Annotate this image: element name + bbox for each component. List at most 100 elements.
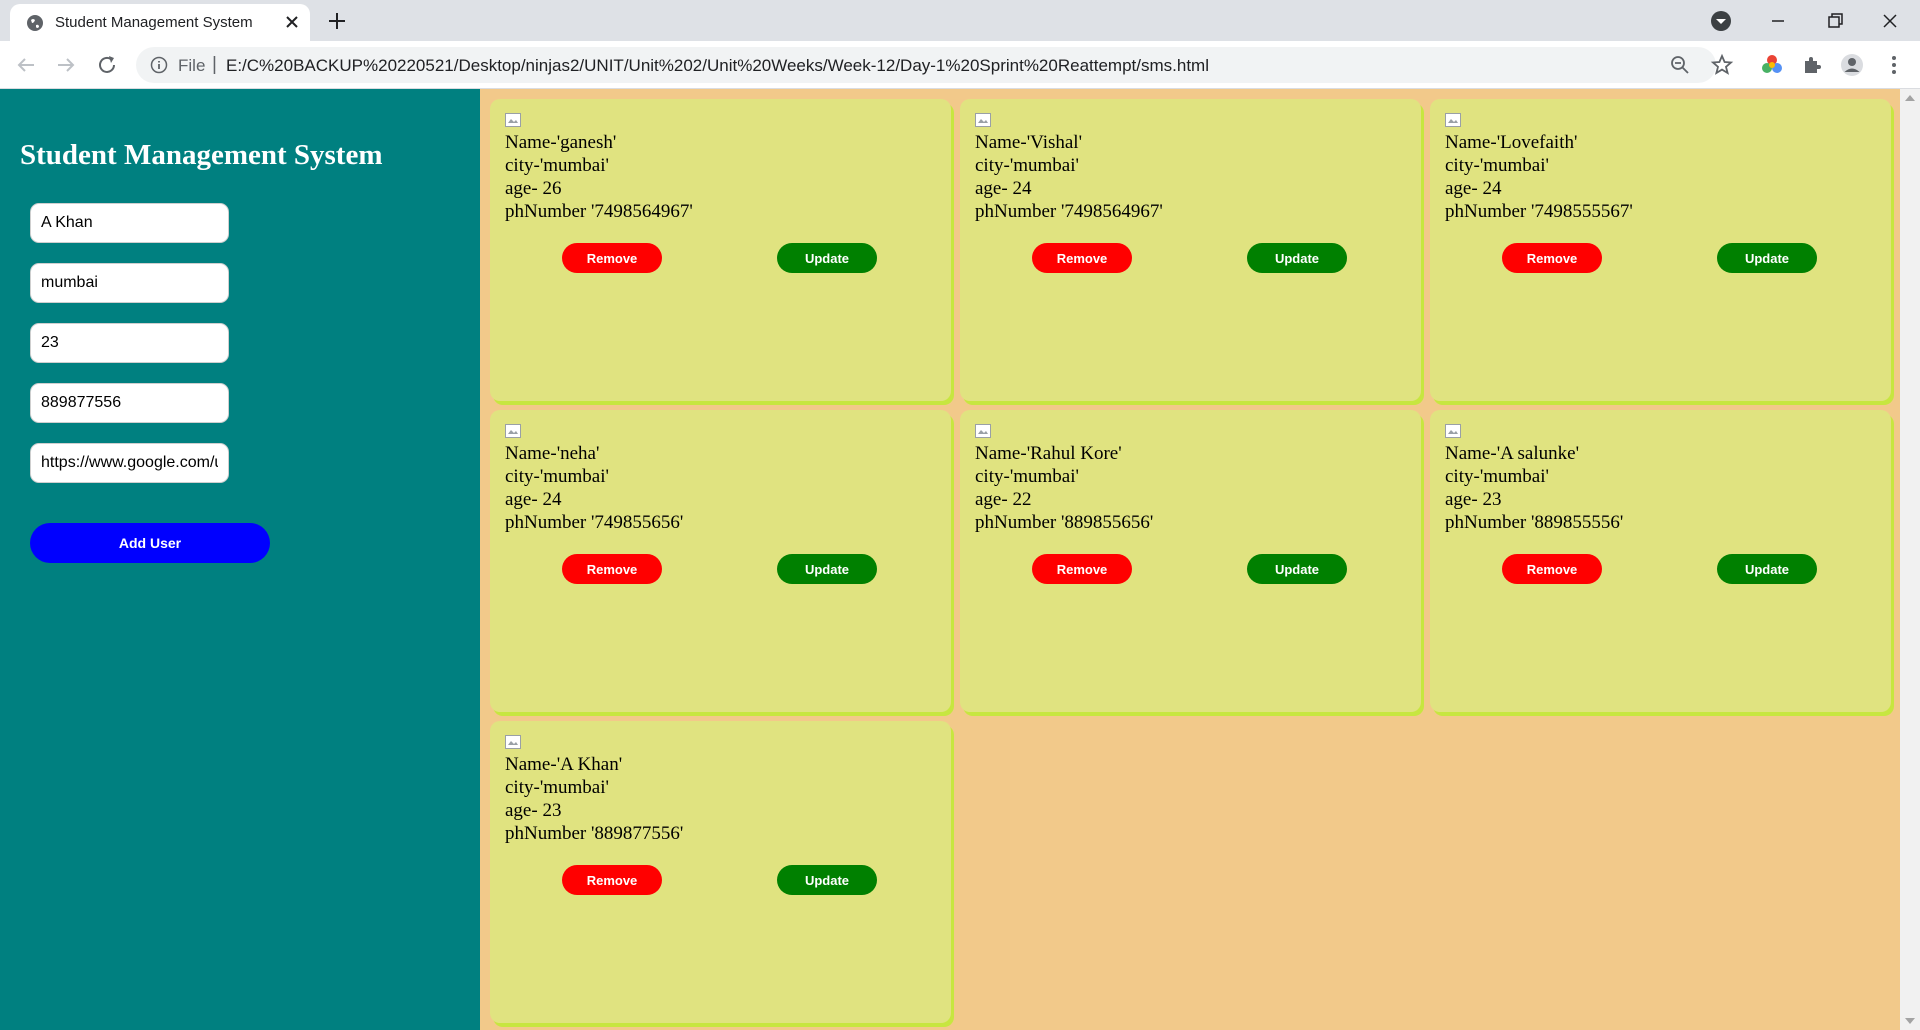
student-city: city-'mumbai'	[1445, 466, 1549, 487]
update-button[interactable]: Update	[1717, 243, 1817, 273]
forward-arrow-icon[interactable]	[54, 53, 78, 77]
vertical-scrollbar[interactable]	[1900, 89, 1920, 1030]
window-close-icon[interactable]	[1872, 6, 1908, 36]
student-phone: phNumber '749855656'	[505, 512, 684, 533]
student-phone: phNumber '889877556'	[505, 823, 684, 844]
account-icon[interactable]	[1840, 53, 1864, 77]
page-title: Student Management System	[20, 139, 383, 171]
menu-dots-icon[interactable]	[1882, 53, 1906, 77]
student-name: Name-'A Khan'	[505, 754, 623, 775]
update-button[interactable]: Update	[1247, 243, 1347, 273]
address-separator: |	[212, 54, 217, 75]
student-card: Name-'A Khan' city-'mumbai' age- 23 phNu…	[490, 721, 951, 1023]
student-city: city-'mumbai'	[505, 777, 609, 798]
broken-image-icon	[505, 113, 521, 127]
student-card: Name-'Vishal' city-'mumbai' age- 24 phNu…	[960, 99, 1421, 401]
remove-button[interactable]: Remove	[562, 865, 662, 895]
reload-icon[interactable]	[95, 53, 119, 77]
student-card: Name-'Rahul Kore' city-'mumbai' age- 22 …	[960, 410, 1421, 712]
update-button[interactable]: Update	[777, 554, 877, 584]
page-viewport: Student Management System Add User Name-…	[0, 89, 1920, 1030]
update-button[interactable]: Update	[1247, 554, 1347, 584]
browser-tab[interactable]: Student Management System	[10, 4, 310, 41]
remove-button[interactable]: Remove	[1032, 554, 1132, 584]
student-city: city-'mumbai'	[505, 466, 609, 487]
color-wheel-icon[interactable]	[1760, 53, 1784, 77]
student-cards-area: Name-'ganesh' city-'mumbai' age- 26 phNu…	[480, 89, 1900, 1030]
student-name: Name-'Lovefaith'	[1445, 132, 1578, 153]
student-city: city-'mumbai'	[975, 466, 1079, 487]
student-info: Name-'A Khan' city-'mumbai' age- 23 phNu…	[505, 753, 683, 845]
phone-input[interactable]	[30, 383, 229, 423]
puzzle-icon[interactable]	[1800, 53, 1824, 77]
student-age: age- 24	[975, 178, 1032, 199]
student-age: age- 26	[505, 178, 562, 199]
student-info: Name-'Vishal' city-'mumbai' age- 24 phNu…	[975, 131, 1163, 223]
update-button[interactable]: Update	[777, 865, 877, 895]
remove-button[interactable]: Remove	[562, 243, 662, 273]
remove-button[interactable]: Remove	[1502, 243, 1602, 273]
student-card: Name-'neha' city-'mumbai' age- 24 phNumb…	[490, 410, 951, 712]
student-phone: phNumber '7498564967'	[505, 201, 693, 222]
student-info: Name-'Lovefaith' city-'mumbai' age- 24 p…	[1445, 131, 1633, 223]
student-age: age- 22	[975, 489, 1032, 510]
remove-button[interactable]: Remove	[1502, 554, 1602, 584]
student-card: Name-'ganesh' city-'mumbai' age- 26 phNu…	[490, 99, 951, 401]
star-icon[interactable]	[1710, 53, 1734, 77]
age-input[interactable]	[30, 323, 229, 363]
image-url-input[interactable]	[30, 443, 229, 483]
student-name: Name-'ganesh'	[505, 132, 617, 153]
remove-button[interactable]: Remove	[1032, 243, 1132, 273]
broken-image-icon	[505, 735, 521, 749]
student-name: Name-'Vishal'	[975, 132, 1083, 153]
zoom-icon[interactable]	[1670, 55, 1690, 75]
city-input[interactable]	[30, 263, 229, 303]
student-name: Name-'Rahul Kore'	[975, 443, 1122, 464]
student-phone: phNumber '7498564967'	[975, 201, 1163, 222]
student-info: Name-'Rahul Kore' city-'mumbai' age- 22 …	[975, 442, 1153, 534]
add-user-button[interactable]: Add User	[30, 523, 270, 563]
student-phone: phNumber '889855656'	[975, 512, 1154, 533]
broken-image-icon	[975, 424, 991, 438]
close-icon[interactable]	[282, 12, 302, 32]
student-card: Name-'Lovefaith' city-'mumbai' age- 24 p…	[1430, 99, 1891, 401]
student-city: city-'mumbai'	[505, 155, 609, 176]
student-age: age- 23	[505, 800, 562, 821]
back-arrow-icon[interactable]	[14, 53, 38, 77]
student-phone: phNumber '7498555567'	[1445, 201, 1633, 222]
student-name: Name-'A salunke'	[1445, 443, 1580, 464]
minimize-icon[interactable]	[1760, 6, 1796, 36]
update-button[interactable]: Update	[777, 243, 877, 273]
student-info: Name-'ganesh' city-'mumbai' age- 26 phNu…	[505, 131, 693, 223]
student-card: Name-'A salunke' city-'mumbai' age- 23 p…	[1430, 410, 1891, 712]
chevron-down-icon[interactable]	[1710, 10, 1732, 32]
plus-icon[interactable]	[326, 10, 348, 32]
restore-icon[interactable]	[1816, 6, 1852, 36]
name-input[interactable]	[30, 203, 229, 243]
broken-image-icon	[1445, 424, 1461, 438]
sidebar: Student Management System Add User	[0, 89, 480, 1030]
update-button[interactable]: Update	[1717, 554, 1817, 584]
student-age: age- 23	[1445, 489, 1502, 510]
tab-strip: Student Management System	[0, 0, 1920, 41]
tab-title: Student Management System	[55, 14, 253, 31]
student-age: age- 24	[505, 489, 562, 510]
student-name: Name-'neha'	[505, 443, 600, 464]
student-info: Name-'neha' city-'mumbai' age- 24 phNumb…	[505, 442, 683, 534]
broken-image-icon	[975, 113, 991, 127]
student-city: city-'mumbai'	[1445, 155, 1549, 176]
url-text[interactable]: E:/C%20BACKUP%20220521/Desktop/ninjas2/U…	[226, 56, 1209, 76]
student-city: city-'mumbai'	[975, 155, 1079, 176]
info-icon[interactable]	[150, 56, 168, 74]
globe-favicon	[27, 15, 43, 31]
student-age: age- 24	[1445, 178, 1502, 199]
scroll-up-icon[interactable]	[1905, 95, 1915, 101]
browser-toolbar: File | E:/C%20BACKUP%20220521/Desktop/ni…	[0, 41, 1920, 89]
scroll-down-icon[interactable]	[1905, 1018, 1915, 1024]
remove-button[interactable]: Remove	[562, 554, 662, 584]
address-bar[interactable]: File | E:/C%20BACKUP%20220521/Desktop/ni…	[136, 47, 1716, 83]
broken-image-icon	[505, 424, 521, 438]
scheme-label: File	[178, 56, 206, 75]
student-phone: phNumber '889855556'	[1445, 512, 1624, 533]
broken-image-icon	[1445, 113, 1461, 127]
